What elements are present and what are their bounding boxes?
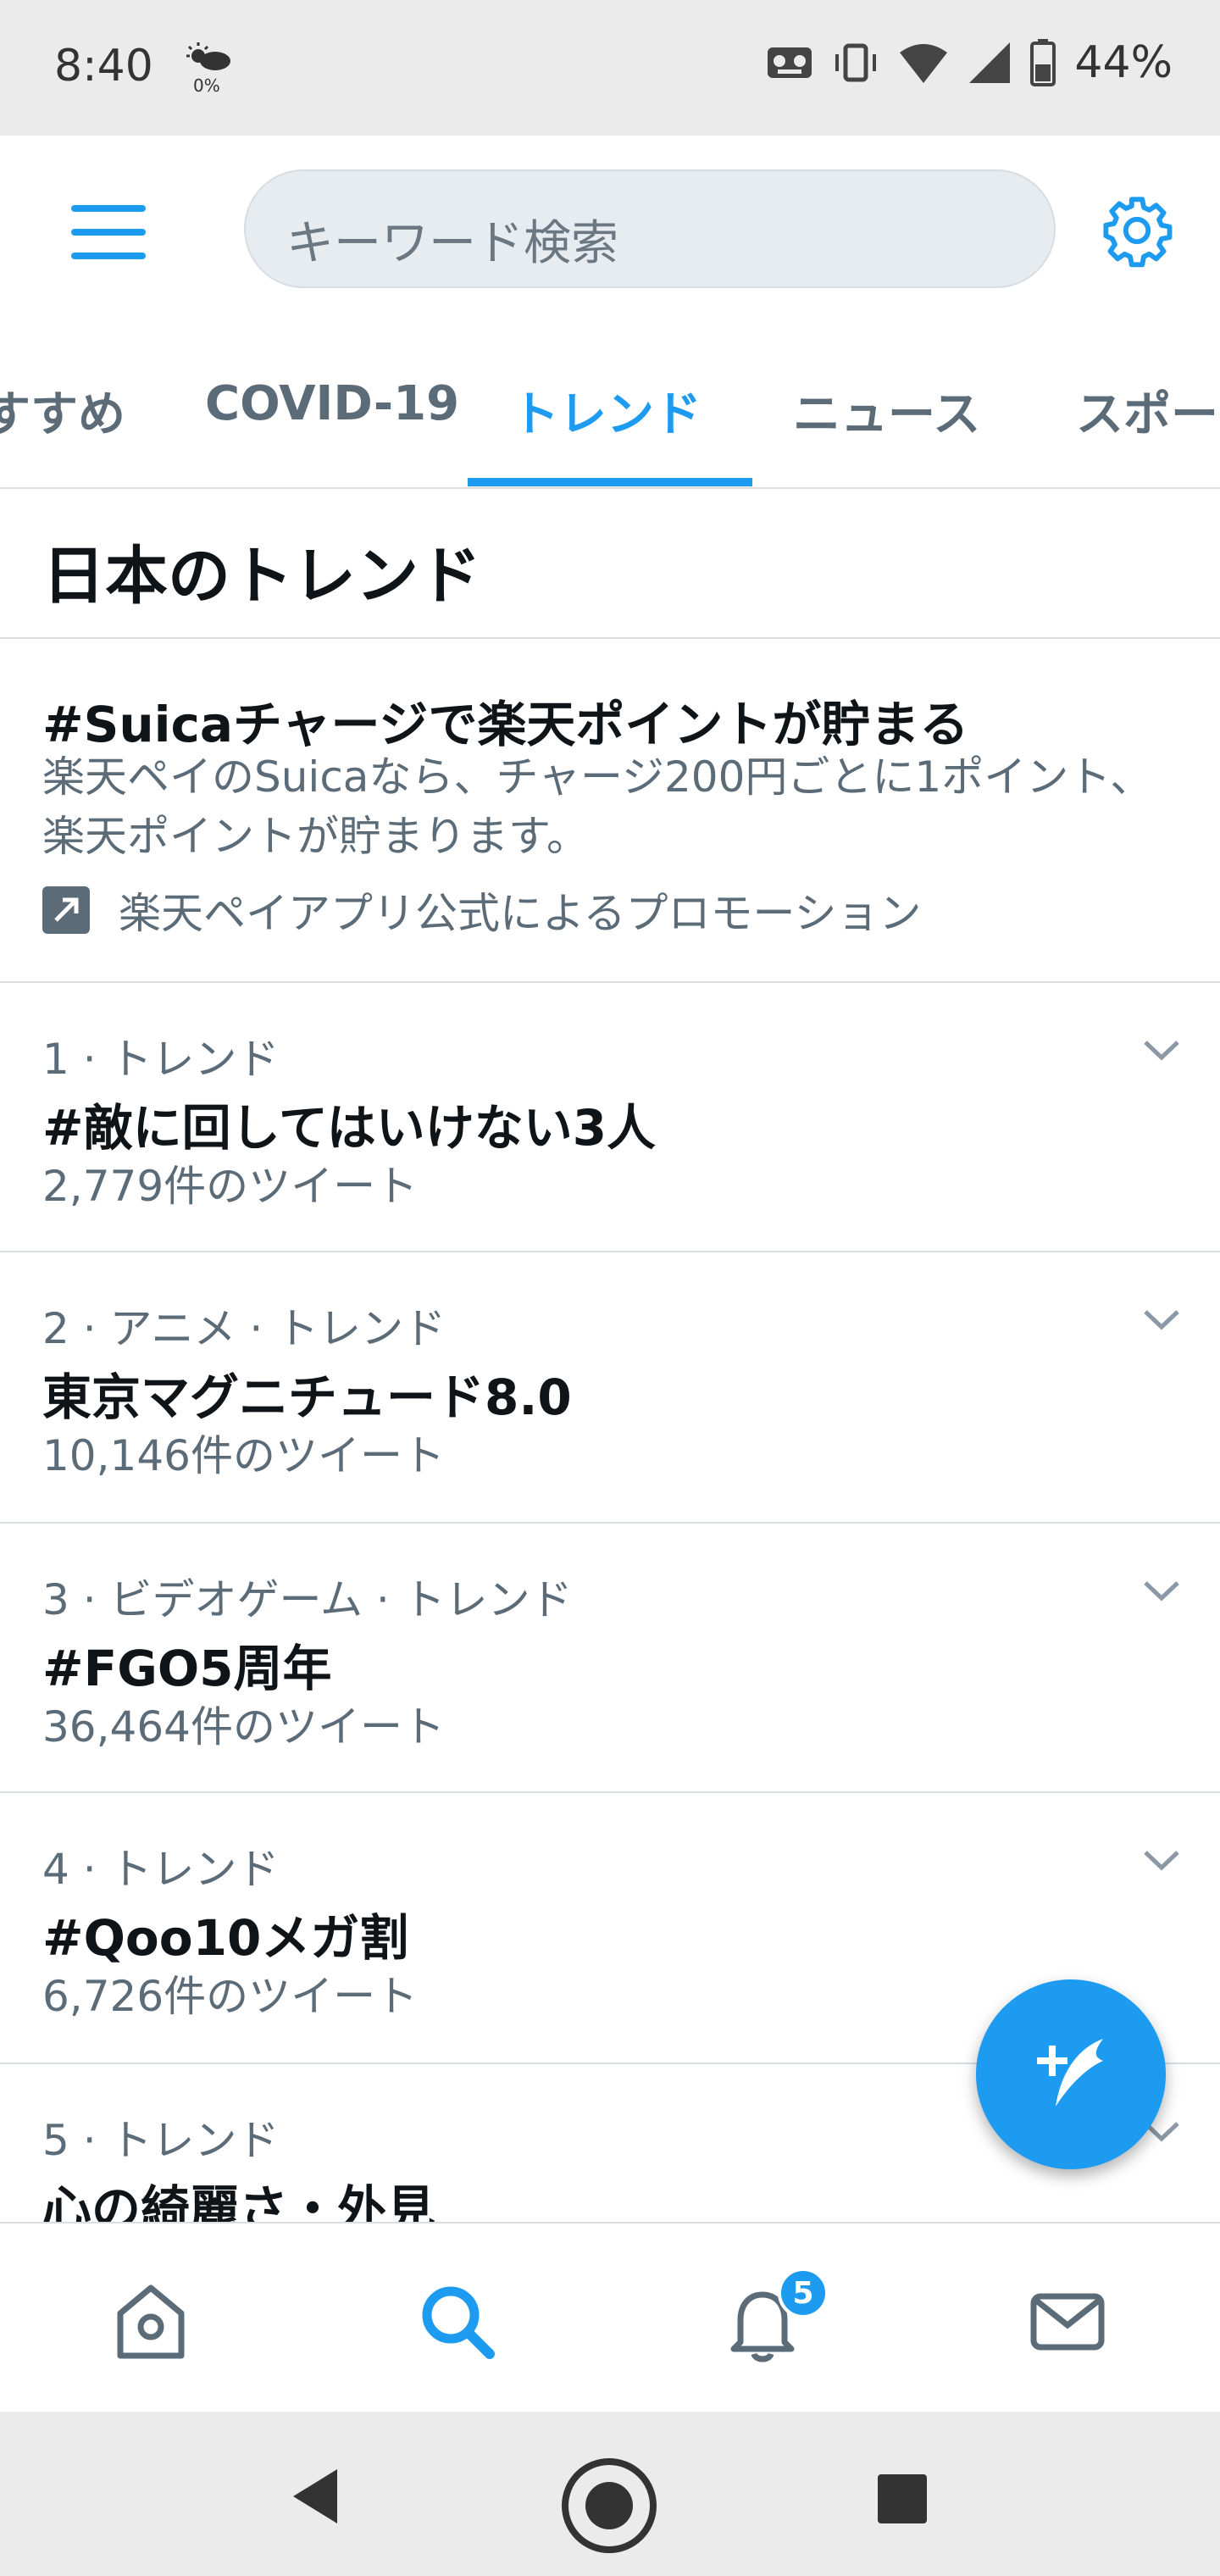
bottom-navigation: 5 xyxy=(0,2222,1220,2413)
tab-trends[interactable]: トレンド xyxy=(512,376,702,445)
top-bar: キーワード検索 xyxy=(0,136,1220,322)
trend-name: 心の綺麗さ・外見 xyxy=(42,2180,436,2222)
battery-icon xyxy=(1030,39,1056,86)
tab-sports[interactable]: スポー xyxy=(1076,376,1218,445)
search-icon[interactable] xyxy=(415,2279,500,2364)
trend-name: 東京マグニチュード8.0 xyxy=(42,1368,572,1426)
tab-recommended[interactable]: すすめ xyxy=(0,376,125,445)
explore-tabs: すすめ COVID-19 トレンド ニュース スポー xyxy=(0,322,1220,489)
search-input[interactable]: キーワード検索 xyxy=(244,169,1056,288)
recents-icon[interactable] xyxy=(876,2473,929,2525)
trend-item[interactable]: 3 · ビデオゲーム · トレンド #FGO5周年 36,464件のツイート xyxy=(0,1524,1220,1793)
trend-tweet-count: 6,726件のツイート xyxy=(42,1972,419,2021)
trend-tweet-count: 36,464件のツイート xyxy=(42,1702,445,1752)
promo-description-line: 楽天ポイントが貯まります。 xyxy=(42,812,589,861)
weather-icon: 0% xyxy=(186,42,230,95)
messages-mail-icon[interactable] xyxy=(1025,2279,1110,2364)
system-navigation-bar xyxy=(0,2412,1220,2576)
vibrate-icon xyxy=(835,43,877,82)
battery-percent: 44% xyxy=(1074,37,1173,88)
settings-gear-icon[interactable] xyxy=(1100,193,1174,268)
menu-icon[interactable] xyxy=(71,200,146,264)
active-tab-indicator xyxy=(468,478,752,486)
compose-feather-icon xyxy=(1037,2039,1103,2107)
home-button-icon[interactable] xyxy=(559,2456,659,2556)
chevron-down-icon[interactable] xyxy=(1140,1576,1183,1607)
promo-description: 楽天ペイのSuicaなら、チャージ200円ごとに1ポイント、 楽天ポイントが貯ま… xyxy=(42,747,1152,866)
trend-meta: 5 · トレンド xyxy=(42,2116,280,2165)
weather-percent: 0% xyxy=(193,75,220,95)
tab-covid19[interactable]: COVID-19 xyxy=(205,376,459,431)
promo-source: 楽天ペイアプリ公式によるプロモーション xyxy=(119,889,922,938)
trend-meta: 4 · トレンド xyxy=(42,1845,280,1894)
divider xyxy=(0,637,1220,639)
trend-meta: 1 · トレンド xyxy=(42,1035,280,1084)
home-icon[interactable] xyxy=(108,2279,193,2364)
trend-tweet-count: 2,779件のツイート xyxy=(42,1162,419,1211)
trend-name: #Qoo10メガ割 xyxy=(42,1909,409,1967)
back-icon[interactable] xyxy=(288,2466,342,2527)
trend-item[interactable]: 2 · アニメ · トレンド 東京マグニチュード8.0 10,146件のツイート xyxy=(0,1252,1220,1522)
chevron-down-icon[interactable] xyxy=(1140,1305,1183,1335)
trend-name: #FGO5周年 xyxy=(42,1640,332,1697)
status-icons: 44% xyxy=(766,37,1173,88)
section-title: 日本のトレンド xyxy=(42,540,481,613)
wifi-icon xyxy=(900,44,948,83)
chevron-down-icon[interactable] xyxy=(1140,1035,1183,1066)
trend-meta: 2 · アニメ · トレンド xyxy=(42,1304,446,1353)
status-time: 8:40 xyxy=(54,41,153,92)
promo-title: #Suicaチャージで楽天ポイントが貯まる xyxy=(42,696,969,753)
trend-item[interactable]: 1 · トレンド #敵に回してはいけない3人 2,779件のツイート xyxy=(0,983,1220,1252)
compose-tweet-button[interactable] xyxy=(976,1979,1166,2169)
search-placeholder: キーワード検索 xyxy=(286,216,618,271)
notification-badge: 5 xyxy=(778,2268,829,2318)
trend-meta: 3 · ビデオゲーム · トレンド xyxy=(42,1575,573,1624)
tab-news[interactable]: ニュース xyxy=(793,376,980,445)
promo-description-line: 楽天ペイのSuicaなら、チャージ200円ごとに1ポイント、 xyxy=(42,752,1153,802)
trend-name: #敵に回してはいけない3人 xyxy=(42,1099,657,1157)
trend-tweet-count: 10,146件のツイート xyxy=(42,1431,445,1480)
voicemail-icon xyxy=(768,47,812,78)
promoted-arrow-icon xyxy=(42,886,90,934)
status-bar: 8:40 0% 44% xyxy=(0,0,1220,136)
signal-icon xyxy=(969,42,1011,83)
chevron-down-icon[interactable] xyxy=(1140,1846,1183,1876)
